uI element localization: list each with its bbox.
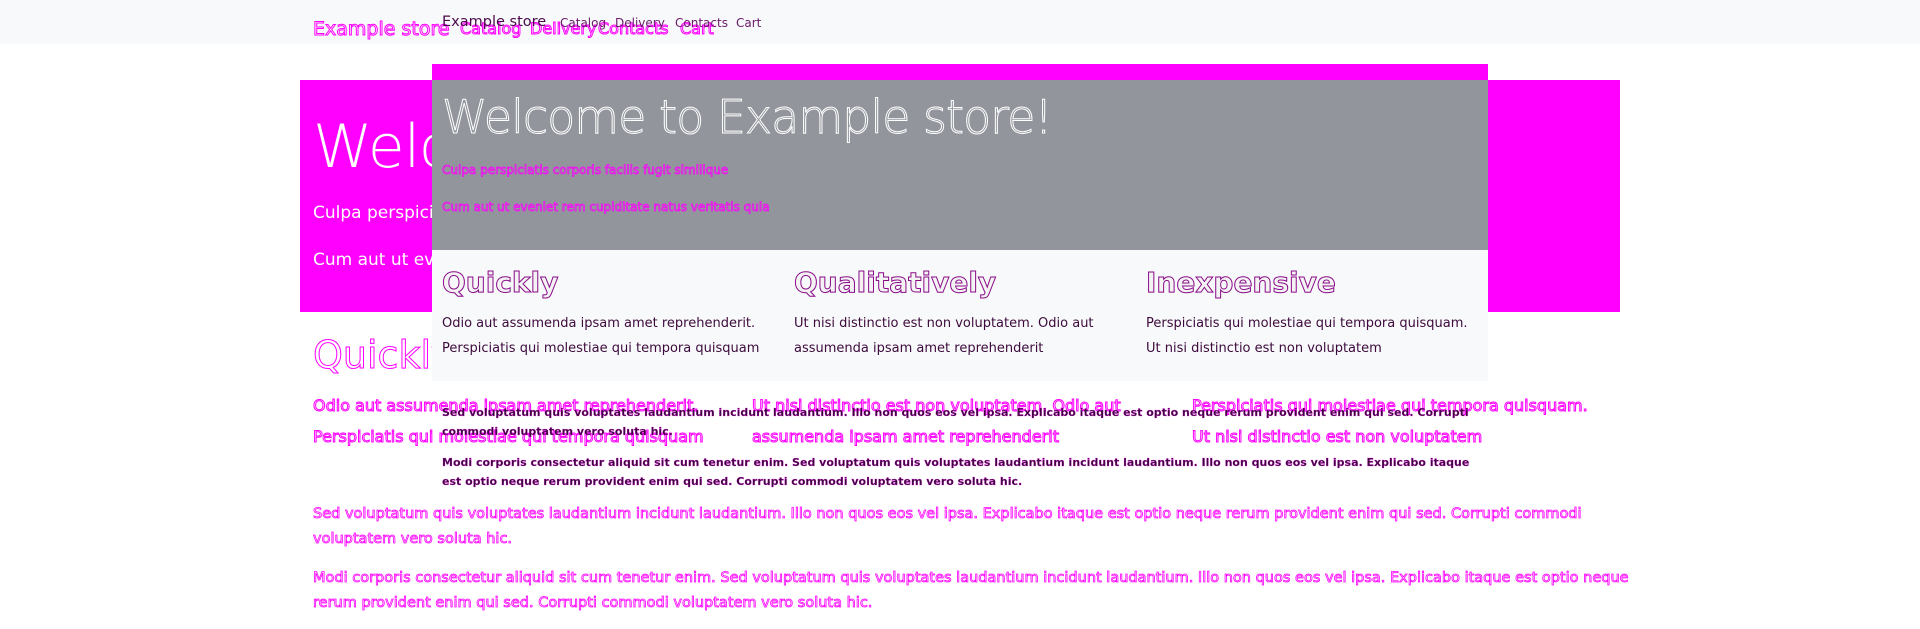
body-paragraph: Modi corporis consectetur aliquid sit cu…: [313, 570, 1629, 612]
feature-title-quickly: Quickly: [441, 266, 559, 300]
jumbotron-lead: Culpa perspiciatis corporis facilis fugi…: [442, 163, 729, 178]
feature-text-qualitatively: Ut nisi distinctio est non voluptatem. O…: [794, 316, 1094, 356]
navbar-brand[interactable]: Example store: [313, 18, 451, 41]
feature-title-qualitatively: Qualitatively: [793, 266, 997, 300]
nav-link-catalog[interactable]: Catalog: [560, 16, 606, 30]
feature-text-quickly: Odio aut assumenda ipsam amet reprehende…: [442, 316, 760, 356]
feature-title-inexpensive: Inexpensive: [1146, 266, 1337, 300]
navbar: [0, 0, 1920, 44]
nav-link-delivery[interactable]: Delivery: [615, 16, 665, 30]
nav-link-cart[interactable]: Cart: [736, 16, 761, 30]
jumbotron-subtext: Cum aut ut eveniet rem cupiditate natus …: [442, 200, 770, 215]
jumbotron-top-strip: [432, 64, 1488, 80]
body-paragraph: Modi corporis consectetur aliquid sit cu…: [442, 456, 1470, 488]
body-paragraph: Sed voluptatum quis voluptates laudantiu…: [313, 506, 1582, 548]
feature-text-inexpensive: Perspiciatis qui molestiae qui tempora q…: [1146, 316, 1468, 356]
nav-link-contacts[interactable]: Contacts: [675, 16, 728, 30]
body-paragraph: Sed voluptatum quis voluptates laudantiu…: [442, 406, 1469, 438]
navbar-brand[interactable]: Example store: [442, 14, 546, 30]
jumbotron-title: Welcome to Example store!: [442, 90, 1054, 145]
